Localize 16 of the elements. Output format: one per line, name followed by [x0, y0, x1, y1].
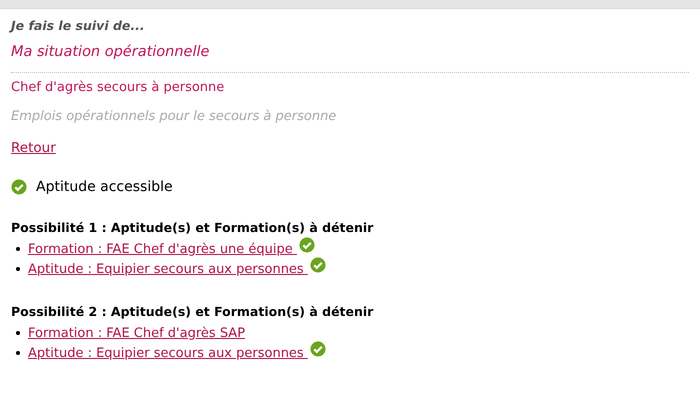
- bullet-icon: [16, 267, 20, 271]
- job-category: Emplois opérationnels pour le secours à personne: [11, 109, 338, 124]
- possibility-heading: Possibilité 2 : Aptitude(s) et Formation(s) à détenir: [11, 304, 374, 319]
- back-link[interactable]: Retour: [11, 140, 56, 156]
- requirement-link[interactable]: Aptitude : Equipier secours aux personnes: [28, 262, 308, 276]
- section-title: Ma situation opérationnelle: [11, 44, 210, 60]
- requirement-link[interactable]: Formation : FAE Chef d'agrès SAP: [28, 326, 246, 340]
- breadcrumb: Je fais le suivi de...: [11, 18, 146, 33]
- bullet-icon: [16, 331, 20, 335]
- requirement-link[interactable]: Aptitude : Equipier secours aux personnes: [28, 346, 308, 360]
- status-label: Aptitude accessible: [36, 179, 173, 195]
- bullet-icon: [16, 351, 20, 355]
- job-title: Chef d'agrès secours à personne: [11, 80, 226, 95]
- possibility-heading: Possibilité 1 : Aptitude(s) et Formation(s) à détenir: [11, 220, 374, 235]
- bullet-icon: [16, 247, 20, 251]
- requirement-link[interactable]: Formation : FAE Chef d'agrès une équipe: [28, 242, 297, 256]
